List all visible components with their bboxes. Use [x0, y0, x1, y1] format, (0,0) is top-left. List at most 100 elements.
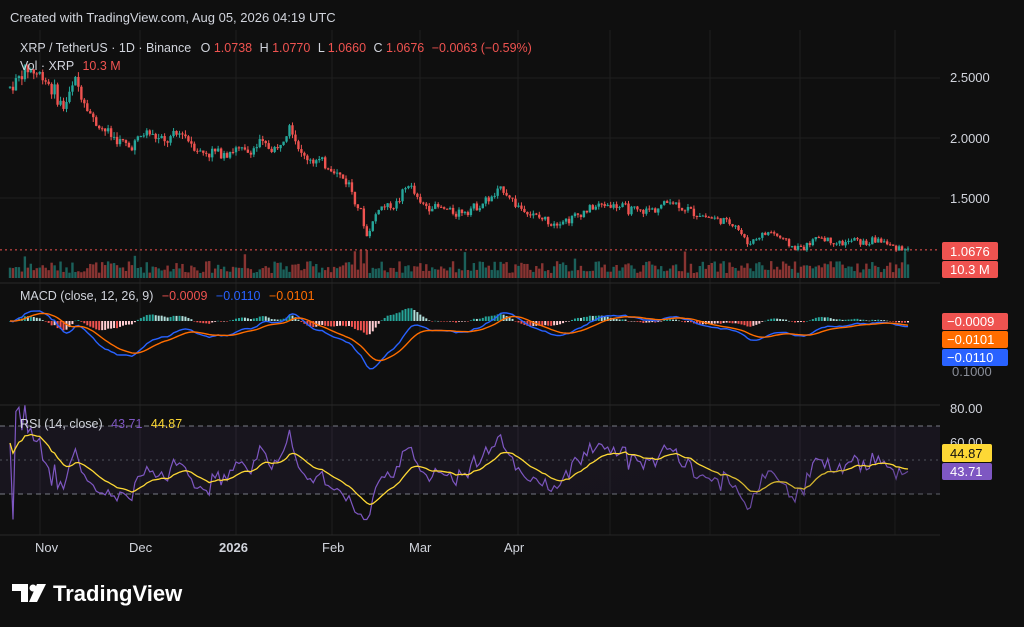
- macd-histogram-bar: [868, 320, 871, 322]
- volume-bar: [472, 263, 476, 278]
- candle-body: [225, 153, 229, 158]
- candle-body: [353, 191, 357, 205]
- candle-body: [862, 240, 865, 245]
- macd-histogram-bar: [413, 310, 416, 321]
- macd-histogram-bar: [336, 321, 339, 327]
- candle-body: [249, 152, 253, 155]
- candle-body: [894, 245, 898, 251]
- macd-histogram-bar: [582, 317, 585, 321]
- volume-bar: [677, 271, 681, 278]
- candle-body: [300, 149, 303, 153]
- macd-histogram-bar: [166, 317, 169, 321]
- volume-bar: [184, 271, 187, 278]
- candle-body: [439, 206, 443, 208]
- macd-histogram-bar: [127, 321, 130, 325]
- macd-histogram-bar: [472, 318, 475, 321]
- macd-histogram-bar: [407, 308, 410, 321]
- symbol-legend: XRP / TetherUS · 1D · Binance O 1.0738 H…: [20, 41, 532, 55]
- volume-bar: [196, 270, 199, 278]
- macd-histogram-bar: [157, 315, 160, 321]
- volume-bar: [321, 267, 324, 278]
- candle-body: [874, 237, 877, 243]
- volume-bar: [868, 268, 871, 278]
- candle-body: [83, 99, 86, 104]
- volume-bar: [752, 271, 755, 278]
- candle-body: [41, 72, 44, 81]
- macd-histogram-bar: [229, 320, 232, 322]
- volume-bar: [844, 268, 847, 278]
- macd-histogram-bar: [214, 321, 217, 322]
- macd-histogram-bar: [196, 321, 199, 323]
- candle-body: [665, 201, 669, 203]
- candle-body: [14, 78, 18, 91]
- x-tick-mar: Mar: [409, 540, 432, 555]
- macd-histogram-bar: [556, 321, 559, 325]
- volume-bar: [484, 267, 487, 278]
- candle-body: [606, 204, 609, 207]
- macd-histogram-bar: [570, 319, 573, 321]
- candle-body: [133, 140, 137, 151]
- volume-bar: [659, 266, 663, 278]
- candle-body: [371, 221, 374, 231]
- macd-histogram-bar: [258, 316, 261, 321]
- candle-body: [326, 168, 330, 170]
- volume-bar: [544, 271, 547, 278]
- candle-body: [398, 201, 401, 203]
- candle-body: [496, 188, 499, 196]
- volume-bar: [885, 265, 889, 278]
- macd-histogram-bar: [44, 321, 47, 322]
- volume-label: Vol · XRP: [20, 59, 74, 73]
- volume-bar: [255, 271, 259, 278]
- macd-histogram-bar: [767, 319, 770, 321]
- macd-histogram-bar: [217, 320, 220, 322]
- volume-bar: [648, 261, 651, 278]
- volume-bar: [273, 261, 276, 278]
- candle-body: [796, 245, 800, 250]
- volume-bar: [439, 266, 443, 278]
- volume-bar: [615, 265, 618, 278]
- macd-histogram-bar: [395, 313, 398, 321]
- volume-bar: [193, 267, 196, 278]
- candle-body: [172, 130, 175, 137]
- macd-histogram-bar: [136, 319, 139, 321]
- macd-histogram-bar: [898, 321, 901, 323]
- macd-histogram-bar: [844, 319, 847, 321]
- macd-histogram-bar: [133, 321, 136, 323]
- volume-bar: [410, 271, 413, 278]
- macd-histogram-bar: [886, 320, 889, 322]
- price-tick-2-0: 2.0000: [950, 131, 990, 146]
- macd-histogram-bar: [392, 314, 395, 321]
- candle-body: [8, 86, 12, 88]
- candle-body: [877, 238, 880, 243]
- x-tick-dec: Dec: [129, 540, 153, 555]
- candle-body: [671, 202, 675, 204]
- volume-bar: [502, 263, 505, 278]
- macd-histogram-bar: [410, 308, 413, 321]
- chart-canvas: Created with TradingView.com, Aug 05, 20…: [0, 0, 1024, 627]
- volume-bar: [240, 267, 244, 278]
- macd-histogram-bar: [187, 317, 190, 321]
- macd-histogram-bar: [261, 316, 264, 321]
- macd-histogram-bar: [169, 316, 172, 321]
- candle-body: [787, 239, 791, 247]
- candle-body: [630, 206, 633, 215]
- macd-histogram-bar: [636, 321, 639, 322]
- candle-body: [633, 206, 636, 208]
- volume-bar: [859, 272, 862, 278]
- macd-histogram-bar: [205, 321, 208, 324]
- macd-histogram-bar: [246, 318, 249, 321]
- volume-bar: [166, 265, 169, 278]
- volume-bar: [401, 272, 404, 278]
- rsi-tick-80: 80.00: [950, 401, 983, 416]
- volume-bar: [332, 266, 336, 278]
- macd-histogram-bar: [446, 321, 449, 322]
- macd-histogram-bar: [71, 321, 74, 325]
- volume-bar: [86, 268, 89, 278]
- candle-body: [541, 217, 544, 220]
- volume-bar: [100, 262, 104, 278]
- volume-bar: [541, 263, 544, 278]
- macd-histogram-bar: [841, 319, 844, 321]
- macd-label: MACD (close, 12, 26, 9): [20, 289, 153, 303]
- candle-body: [764, 232, 767, 235]
- volume-bar: [475, 269, 479, 278]
